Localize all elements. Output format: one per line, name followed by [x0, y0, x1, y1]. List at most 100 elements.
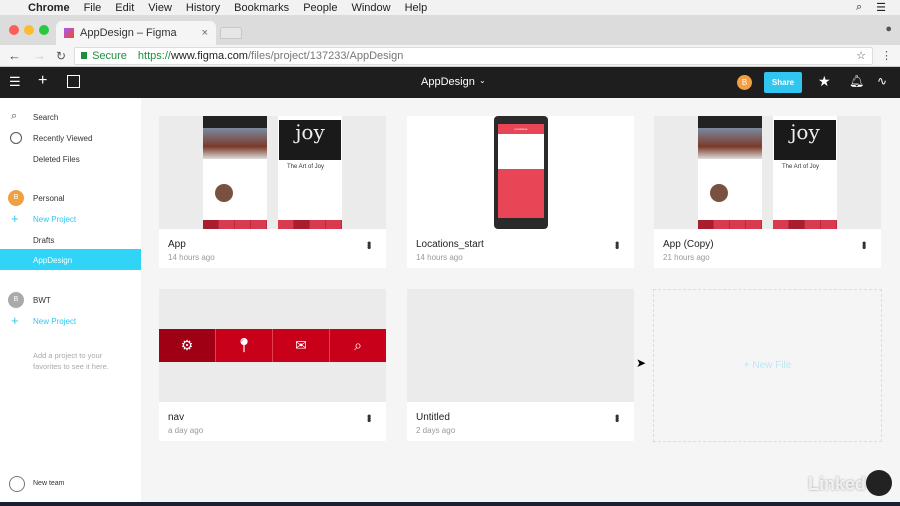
personal-avatar: B: [8, 190, 24, 206]
file-name: Locations_start: [416, 239, 484, 250]
figma-favicon-icon: [64, 28, 74, 38]
close-window-button[interactable]: [9, 25, 19, 35]
file-name: App: [168, 239, 186, 250]
menu-help[interactable]: Help: [405, 2, 428, 14]
plus-icon: +: [11, 313, 19, 328]
phone-header: Locations: [514, 127, 528, 131]
file-name: App (Copy): [663, 239, 714, 250]
close-tab-icon[interactable]: ×: [202, 27, 208, 39]
phone-mockup: Locations: [494, 116, 548, 229]
new-file-button[interactable]: + New File: [653, 289, 882, 442]
bell-icon[interactable]: 🔔︎: [849, 74, 864, 88]
new-tab-button[interactable]: [220, 27, 242, 39]
new-team-button[interactable]: New team: [33, 480, 65, 487]
more-options-icon[interactable]: •••: [610, 241, 624, 248]
sidebar-item-label: AppDesign: [33, 256, 73, 265]
avatar[interactable]: B: [737, 75, 752, 90]
maximize-window-button[interactable]: [39, 25, 49, 35]
linkedin-watermark: Linked: [808, 474, 867, 494]
menu-history[interactable]: History: [186, 2, 220, 14]
figma-toolbar: ☰ + AppDesign ⌄ B Share ★ 🔔︎ ∿: [0, 67, 900, 98]
sidebar-item-deleted[interactable]: Deleted Files: [33, 155, 80, 164]
new-file-label: + New File: [743, 360, 792, 371]
linkedin-logo-icon: [866, 470, 892, 496]
joy-image: joy: [279, 120, 341, 160]
team-avatar: B: [8, 292, 24, 308]
bottom-border: [0, 502, 900, 506]
file-thumbnail: ⚙ 📍︎ ✉ ⌕: [159, 289, 386, 402]
file-time: 21 hours ago: [663, 253, 710, 262]
plus-icon: +: [11, 211, 19, 226]
menu-file[interactable]: File: [84, 2, 102, 14]
reload-icon[interactable]: ↻: [56, 49, 66, 63]
new-project-button[interactable]: New Project: [33, 317, 76, 326]
chrome-menu-icon[interactable]: ⋮: [881, 49, 892, 62]
menu-bookmarks[interactable]: Bookmarks: [234, 2, 289, 14]
address-bar-row: ← → ↻ Secure https://www.figma.com/files…: [0, 45, 900, 67]
menu-chrome[interactable]: Chrome: [28, 2, 70, 14]
mouse-cursor-icon: ➤: [636, 356, 647, 370]
new-project-button[interactable]: New Project: [33, 215, 76, 224]
tab-title: AppDesign – Figma: [80, 27, 177, 39]
search-icon[interactable]: ⌕: [856, 1, 862, 14]
team-icon: [9, 476, 25, 492]
bookmark-star-icon[interactable]: ☆: [856, 49, 866, 62]
gear-icon: ⚙: [159, 329, 216, 362]
url-host: www.figma.com: [170, 49, 248, 62]
tab-bar: AppDesign – Figma × ●: [0, 15, 900, 45]
plus-icon[interactable]: +: [38, 72, 47, 90]
hamburger-menu-icon[interactable]: ☰: [9, 74, 21, 90]
menu-window[interactable]: Window: [351, 2, 390, 14]
file-card-app-copy[interactable]: joy The Art of Joy App (Copy) 21 hours a…: [654, 116, 881, 268]
file-time: 2 days ago: [416, 426, 456, 435]
nav-bar-preview: ⚙ 📍︎ ✉ ⌕: [159, 329, 386, 362]
more-options-icon[interactable]: •••: [362, 414, 376, 421]
sidebar: ⌕ Search Recently Viewed Deleted Files B…: [0, 98, 141, 502]
menu-edit[interactable]: Edit: [115, 2, 134, 14]
search-icon: ⌕: [354, 337, 362, 353]
favorites-hint: Add a project to your favorites to see i…: [33, 351, 109, 371]
file-card-nav[interactable]: ⚙ 📍︎ ✉ ⌕ nav a day ago •••: [159, 289, 386, 441]
more-options-icon[interactable]: •••: [610, 414, 624, 421]
import-icon[interactable]: [67, 75, 80, 88]
activity-icon[interactable]: ∿: [877, 74, 887, 88]
clock-icon: [10, 132, 22, 144]
menu-view[interactable]: View: [148, 2, 172, 14]
chevron-down-icon[interactable]: ⌄: [479, 76, 486, 85]
browser-tab[interactable]: AppDesign – Figma ×: [56, 21, 216, 45]
url-scheme: https://: [137, 49, 171, 62]
sidebar-team-bwt[interactable]: BWT: [33, 296, 51, 305]
file-time: 14 hours ago: [416, 253, 463, 262]
file-thumbnail: [407, 289, 634, 402]
joy-title: The Art of Joy: [287, 164, 325, 170]
sidebar-item-search[interactable]: Search: [33, 113, 58, 122]
menu-people[interactable]: People: [303, 2, 337, 14]
joy-title: The Art of Joy: [782, 164, 820, 170]
file-card-untitled[interactable]: Untitled 2 days ago •••: [407, 289, 634, 441]
sidebar-item-drafts[interactable]: Drafts: [33, 236, 54, 245]
sidebar-item-recent[interactable]: Recently Viewed: [33, 134, 92, 143]
sidebar-item-appdesign[interactable]: AppDesign: [0, 249, 141, 270]
lock-icon: [81, 52, 88, 59]
back-icon[interactable]: ←: [8, 48, 21, 63]
minimize-window-button[interactable]: [24, 25, 34, 35]
file-card-app[interactable]: joy The Art of Joy App 14 hours ago •••: [159, 116, 386, 268]
profile-icon[interactable]: ●: [885, 23, 892, 35]
phone-screen: [203, 116, 267, 229]
url-path: /files/project/137233/AppDesign: [247, 49, 404, 62]
star-icon[interactable]: ★: [818, 73, 831, 90]
forward-icon[interactable]: →: [33, 48, 46, 63]
sidebar-team-personal[interactable]: Personal: [33, 194, 65, 203]
file-name: nav: [168, 412, 185, 423]
share-button[interactable]: Share: [764, 72, 802, 93]
project-title[interactable]: AppDesign: [421, 76, 475, 88]
more-options-icon[interactable]: •••: [857, 241, 871, 248]
file-time: 14 hours ago: [168, 253, 215, 262]
file-thumbnail: Locations: [407, 116, 634, 229]
more-options-icon[interactable]: •••: [362, 241, 376, 248]
url-input[interactable]: Secure https://www.figma.com/files/proje…: [74, 46, 873, 65]
search-icon: ⌕: [11, 110, 18, 122]
file-card-locations[interactable]: Locations Locations_start 14 hours ago •…: [407, 116, 634, 268]
list-icon[interactable]: ☰: [876, 1, 886, 14]
phone-screen: [698, 116, 762, 229]
